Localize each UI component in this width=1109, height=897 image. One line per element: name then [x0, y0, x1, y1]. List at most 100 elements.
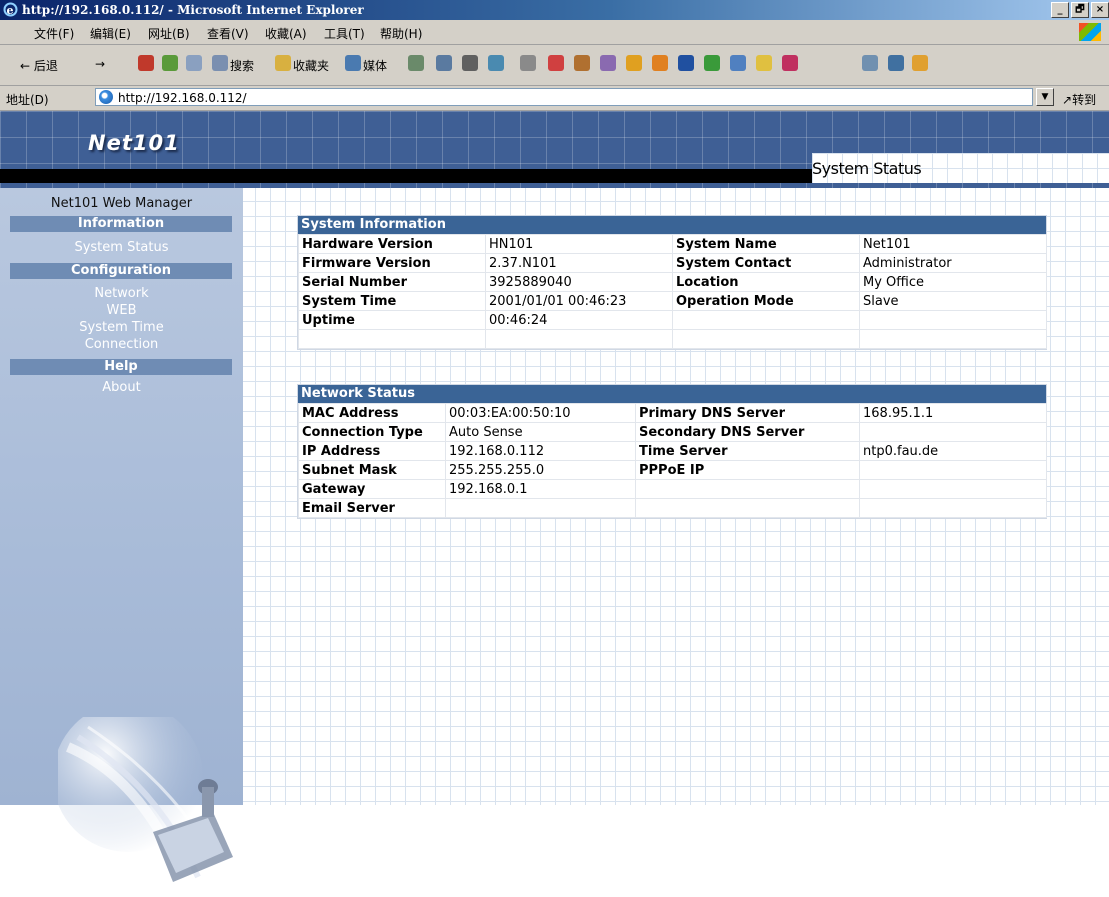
field-value: 3925889040 [485, 272, 673, 292]
system-info-row: Uptime 00:46:24 [298, 310, 1047, 330]
stop-icon[interactable] [138, 55, 154, 71]
network-status-row: IP Address 192.168.0.112 Time Server ntp0.f… [298, 441, 1047, 461]
field-label: Location [672, 272, 860, 292]
field-label: Firmware Version [298, 253, 486, 273]
toolbar-addon-icon[interactable] [704, 55, 720, 71]
field-value [485, 329, 673, 349]
toolbar-addon-icon[interactable] [756, 55, 772, 71]
field-label: Time Server [635, 441, 860, 461]
minimize-button[interactable]: _ [1051, 2, 1069, 18]
restore-button[interactable]: 🗗 [1071, 2, 1089, 18]
toolbar-addon-icon[interactable] [862, 55, 878, 71]
system-info-row [298, 329, 1047, 349]
sidebar-item-connection[interactable]: Connection [0, 336, 243, 353]
toolbar-addon-icon[interactable] [574, 55, 590, 71]
go-button[interactable]: ↗转到 [1062, 91, 1096, 108]
refresh-icon[interactable] [162, 55, 178, 71]
print-icon[interactable] [462, 55, 478, 71]
network-status-row: Subnet Mask 255.255.255.0 PPPoE IP [298, 460, 1047, 480]
menu-edit[interactable]: 编辑(E) [90, 25, 131, 42]
toolbar-addon-icon[interactable] [730, 55, 746, 71]
field-label: Uptime [298, 310, 486, 330]
menu-file[interactable]: 文件(F) [34, 25, 74, 42]
field-label [635, 479, 860, 499]
sidebar-header-help: Help [10, 359, 232, 375]
toolbar-addon-icon[interactable] [548, 55, 564, 71]
back-button[interactable]: ← 后退 [20, 57, 58, 74]
sidebar: Net101 Web Manager Information System St… [0, 188, 243, 882]
field-label: Serial Number [298, 272, 486, 292]
menu-favorites[interactable]: 收藏(A) [265, 25, 307, 42]
laptop-illustration-icon [58, 717, 233, 882]
media-button[interactable]: 媒体 [363, 57, 387, 74]
edit-icon[interactable] [488, 55, 504, 71]
toolbar-addon-icon[interactable] [678, 55, 694, 71]
sidebar-header-configuration: Configuration [10, 263, 232, 279]
browser-toolbar: ← 后退 → 搜索 收藏夹 媒体 [0, 45, 1109, 86]
field-value [859, 498, 1047, 518]
field-label: Primary DNS Server [635, 403, 860, 423]
sidebar-item-system-status[interactable]: System Status [0, 239, 243, 256]
field-label: System Time [298, 291, 486, 311]
window-title: http://192.168.0.112/ - Microsoft Intern… [22, 3, 364, 17]
forward-button[interactable]: → [95, 57, 105, 71]
field-label: Gateway [298, 479, 446, 499]
field-label [672, 329, 860, 349]
field-value: 2.37.N101 [485, 253, 673, 273]
field-value: 168.95.1.1 [859, 403, 1047, 423]
toolbar-addon-icon[interactable] [888, 55, 904, 71]
field-label: PPPoE IP [635, 460, 860, 480]
menu-view[interactable]: 查看(V) [207, 25, 249, 42]
field-label: Hardware Version [298, 234, 486, 254]
window-titlebar: e http://192.168.0.112/ - Microsoft Inte… [0, 0, 1109, 20]
sidebar-item-about[interactable]: About [0, 379, 243, 396]
ie-logo-icon: e [3, 2, 18, 17]
toolbar-addon-icon[interactable] [782, 55, 798, 71]
search-icon[interactable] [212, 55, 228, 71]
toolbar-addon-icon[interactable] [626, 55, 642, 71]
home-icon[interactable] [186, 55, 202, 71]
toolbar-addon-icon[interactable] [600, 55, 616, 71]
menu-tools[interactable]: 工具(T) [324, 25, 365, 42]
sidebar-item-web[interactable]: WEB [0, 302, 243, 319]
address-value: http://192.168.0.112/ [118, 91, 247, 105]
system-info-row: Hardware Version HN101 System Name Net101 [298, 234, 1047, 254]
favorites-button[interactable]: 收藏夹 [293, 57, 329, 74]
field-value: ntp0.fau.de [859, 441, 1047, 461]
header-banner: Net101 System Status [0, 111, 1109, 188]
close-button[interactable]: × [1091, 2, 1109, 18]
search-button[interactable]: 搜索 [230, 57, 254, 74]
field-value [445, 498, 636, 518]
windows-logo-icon [1079, 23, 1101, 41]
sidebar-item-network[interactable]: Network [0, 285, 243, 302]
field-value: Administrator [859, 253, 1047, 273]
sidebar-item-system-time[interactable]: System Time [0, 319, 243, 336]
discuss-icon[interactable] [520, 55, 536, 71]
network-status-row: Gateway 192.168.0.1 [298, 479, 1047, 499]
field-label [298, 329, 486, 349]
address-label: 地址(D) [6, 93, 49, 107]
address-dropdown-button[interactable]: ▼ [1036, 88, 1054, 106]
field-label: IP Address [298, 441, 446, 461]
system-information-title: System Information [298, 216, 1046, 234]
web-page: Net101 System Status Net101 Web Manager … [0, 111, 1109, 882]
field-value: Net101 [859, 234, 1047, 254]
page-icon [99, 90, 113, 104]
menu-address[interactable]: 网址(B) [148, 25, 190, 42]
favorites-icon[interactable] [275, 55, 291, 71]
network-status-row: MAC Address 00:03:EA:00:50:10 Primary DNS … [298, 403, 1047, 423]
address-input[interactable]: http://192.168.0.112/ [95, 88, 1033, 106]
toolbar-addon-icon[interactable] [652, 55, 668, 71]
toolbar-addon-icon[interactable] [912, 55, 928, 71]
field-label: Connection Type [298, 422, 446, 442]
history-icon[interactable] [408, 55, 424, 71]
field-label: Operation Mode [672, 291, 860, 311]
field-label: System Contact [672, 253, 860, 273]
media-icon[interactable] [345, 55, 361, 71]
mail-icon[interactable] [436, 55, 452, 71]
field-value [859, 460, 1047, 480]
menu-help[interactable]: 帮助(H) [380, 25, 422, 42]
field-label: System Name [672, 234, 860, 254]
menu-bar: 文件(F) 编辑(E) 网址(B) 查看(V) 收藏(A) 工具(T) 帮助(H… [0, 20, 1109, 45]
field-value: 00:03:EA:00:50:10 [445, 403, 636, 423]
